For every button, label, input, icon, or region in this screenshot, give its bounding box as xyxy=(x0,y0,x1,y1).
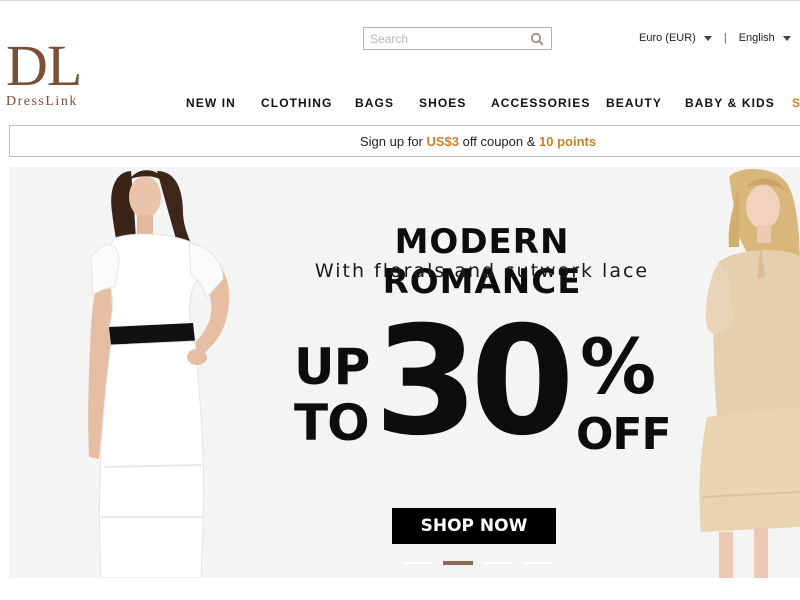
currency-selector[interactable]: Euro (EUR) xyxy=(639,32,712,44)
shop-now-button[interactable]: SHOP NOW xyxy=(392,508,556,544)
nav-item-beauty[interactable]: BEAUTY xyxy=(606,96,662,110)
currency-label: Euro (EUR) xyxy=(639,32,696,44)
nav-item-bags[interactable]: BAGS xyxy=(355,96,394,110)
model-beige-dress-image xyxy=(699,168,800,578)
chevron-down-icon xyxy=(703,35,712,41)
carousel-dot-active[interactable] xyxy=(443,561,473,565)
signup-middle: off coupon & xyxy=(459,134,540,149)
separator: | xyxy=(723,32,727,44)
carousel-dot[interactable] xyxy=(523,562,553,564)
signup-promo-bar[interactable]: Sign up for US$3 off coupon & 10 points xyxy=(9,125,800,157)
nav-item-new-in[interactable]: NEW IN xyxy=(186,96,236,110)
banner-off-text: OFF xyxy=(576,409,672,460)
banner-discount-number: 30 xyxy=(374,295,575,469)
top-divider xyxy=(0,0,800,1)
banner-percent-sign: % xyxy=(580,322,657,411)
coupon-amount: US$3 xyxy=(426,134,460,149)
banner-subline: With florals and cutwork lace xyxy=(314,260,650,282)
banner-to-text: TO xyxy=(294,394,370,452)
hero-banner[interactable]: MODERN ROMANCE With florals and cutwork … xyxy=(9,167,800,578)
nav-item-accessories[interactable]: ACCESSORIES xyxy=(491,96,590,110)
signup-text: Sign up for US$3 off coupon & 10 points xyxy=(360,134,596,149)
nav-item-shoes[interactable]: SHOES xyxy=(419,96,467,110)
carousel-dot[interactable] xyxy=(483,562,513,564)
language-selector[interactable]: English xyxy=(739,32,791,44)
search-icon[interactable] xyxy=(530,32,544,46)
search-input[interactable] xyxy=(364,28,524,49)
language-label: English xyxy=(738,32,775,44)
logo-text: DressLink xyxy=(6,94,78,109)
chevron-down-icon xyxy=(782,35,791,41)
signup-prefix: Sign up for xyxy=(360,134,427,149)
nav-item-clothing[interactable]: CLOTHING xyxy=(261,96,332,110)
nav-item-truncated[interactable]: S xyxy=(792,96,800,110)
page: DL DressLink Euro (EUR) | English | S NE… xyxy=(0,0,800,600)
nav-item-baby-kids[interactable]: BABY & KIDS xyxy=(685,96,775,110)
top-utility-bar: Euro (EUR) | English | S xyxy=(639,30,800,46)
banner-up-to: UP TO xyxy=(294,338,370,452)
carousel-indicators xyxy=(403,561,553,565)
carousel-dot[interactable] xyxy=(403,562,433,564)
points-amount: 10 points xyxy=(539,134,597,149)
banner-up-text: UP xyxy=(294,338,370,396)
logo[interactable]: DL DressLink xyxy=(6,33,106,112)
logo-mark: DL xyxy=(6,33,82,98)
search-box[interactable] xyxy=(363,27,552,50)
model-white-dress-image xyxy=(88,170,230,578)
